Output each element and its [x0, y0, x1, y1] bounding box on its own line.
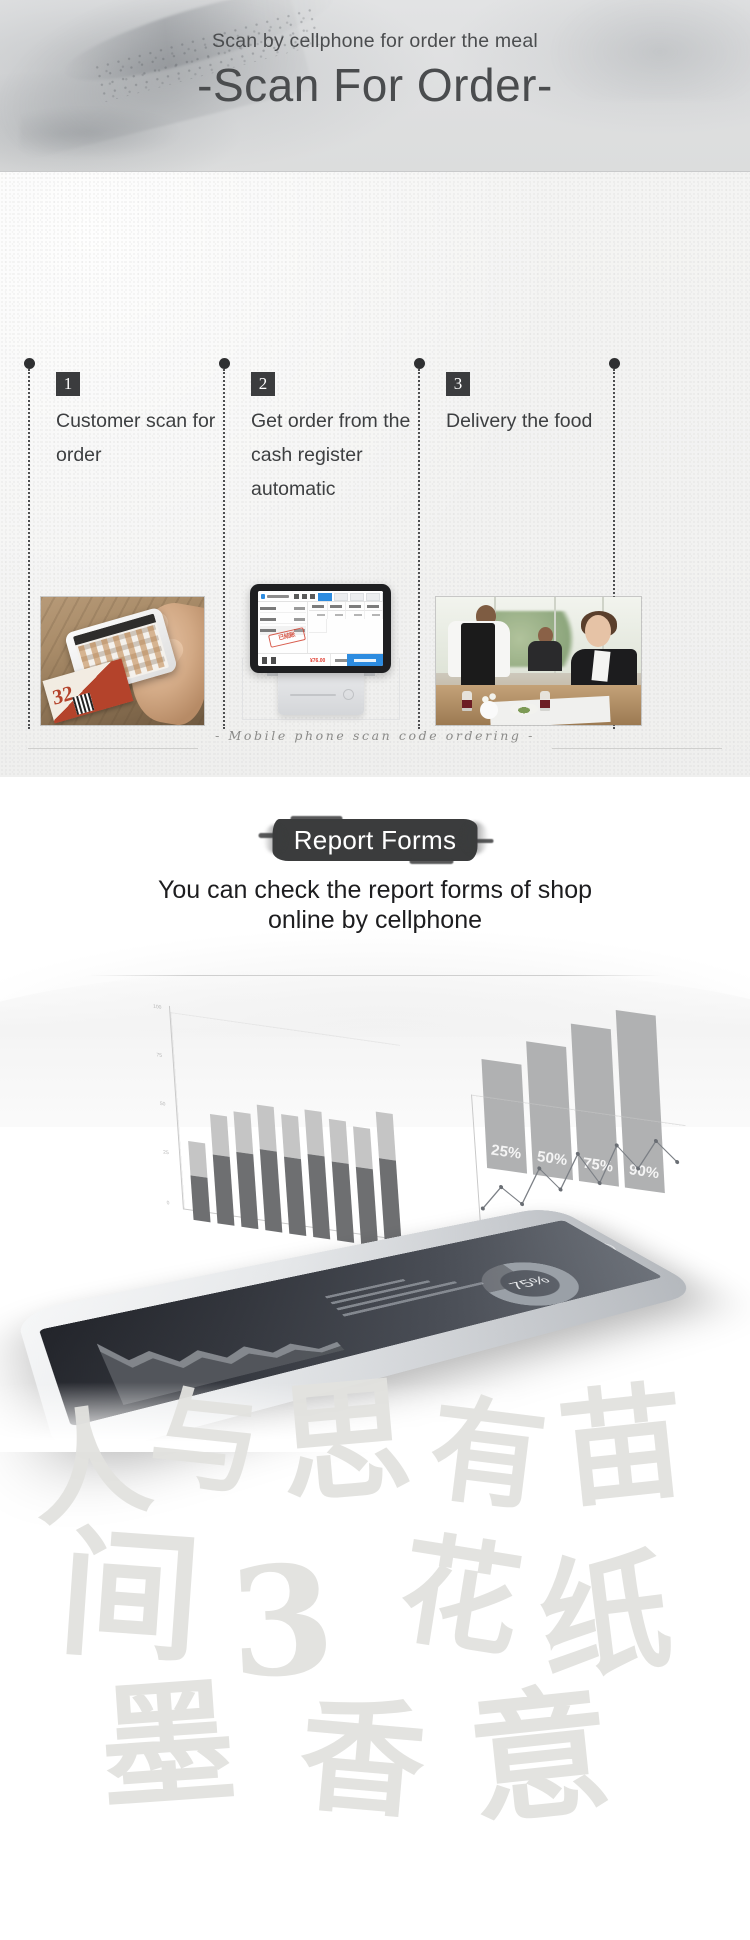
timeline-dot-3 — [414, 358, 425, 369]
report-subtitle-line-1: You can check the report forms of shop — [157, 876, 593, 904]
pos-terminal-graphic: 已结账 ¥76.00 — [239, 566, 402, 725]
timeline-dashed-line-1 — [28, 369, 30, 729]
pos-app-title — [267, 594, 289, 598]
gear-icon — [302, 594, 307, 599]
timeline-dot-2 — [219, 358, 230, 369]
hero-banner: Scan by cellphone for order the meal -Sc… — [0, 0, 750, 172]
table-cloth — [489, 695, 611, 725]
report-forms-subtitle: You can check the report forms of shop o… — [0, 875, 750, 935]
wine-glass — [540, 691, 550, 711]
y-tick-label: 0 — [166, 1200, 170, 1207]
cup-icon — [271, 656, 276, 664]
pos-display-body: 已结账 ¥76.00 — [250, 584, 391, 673]
step-text-1: Customer scan for order — [56, 410, 216, 466]
step-photo-1: 32 — [41, 597, 204, 725]
pos-order-row — [260, 615, 306, 624]
hero-subtitle: Scan by cellphone for order the meal — [212, 30, 538, 52]
step-text-2: Get order from the cash register automat… — [251, 410, 411, 500]
section-caption: - Mobile phone scan code ordering - — [0, 728, 750, 768]
step-number-badge-3: 3 — [446, 372, 470, 396]
pos-total-price: ¥76.00 — [310, 658, 326, 664]
brush-fragment — [475, 839, 494, 843]
step-number-badge-2: 2 — [251, 372, 275, 396]
report-forms-section: Report Forms You can check the report fo… — [0, 777, 750, 1940]
timeline-dot-1 — [24, 358, 35, 369]
y-tick-label: 75 — [156, 1052, 163, 1060]
steps-section: 1 2 3 Customer scan for order Get order … — [0, 172, 750, 777]
caption-text: - Mobile phone scan code ordering - — [215, 728, 535, 743]
food-plate — [510, 703, 538, 715]
step-photo-3 — [436, 597, 641, 725]
pos-grid-row — [309, 611, 383, 619]
menu-icon — [310, 594, 315, 599]
pos-grid-header — [309, 602, 383, 611]
ink-blot-decoration — [20, 104, 190, 162]
pos-tab-bar[interactable] — [318, 592, 383, 601]
pos-grid-cell — [309, 619, 327, 633]
pos-primary-action-button[interactable] — [347, 654, 383, 666]
step-photo-2: 已结账 ¥76.00 — [239, 566, 402, 725]
pos-screen: 已结账 ¥76.00 — [258, 591, 383, 666]
y-tick-label: 25 — [163, 1149, 169, 1157]
receipt-icon — [262, 656, 267, 664]
section-divider — [88, 975, 662, 976]
stacked-column-chart: 100 75 50 25 0 — [143, 1002, 417, 1252]
caption-rule-left — [28, 748, 198, 749]
pos-app-toolbar — [258, 591, 383, 602]
pos-tab-active[interactable] — [318, 592, 332, 601]
report-illustration: 100 75 50 25 0 25% 50% 75% 90% — [0, 992, 750, 1464]
pos-tab[interactable] — [382, 592, 383, 601]
step-text-3: Delivery the food — [446, 410, 593, 432]
step-number-badge-1: 1 — [56, 372, 80, 396]
wine-glass — [462, 691, 472, 711]
pos-tab[interactable] — [350, 592, 364, 601]
flowers-graphic — [480, 691, 498, 705]
timeline-dot-4 — [609, 358, 620, 369]
waiter-figure — [448, 605, 510, 697]
pos-tab[interactable] — [366, 592, 380, 601]
pos-order-row — [260, 604, 306, 613]
pos-footer-bar: ¥76.00 — [258, 653, 383, 666]
y-tick-label: 100 — [152, 1003, 162, 1011]
donut-gauge-label: 75% — [505, 1273, 555, 1293]
y-tick-label: 50 — [159, 1100, 166, 1108]
pos-tab[interactable] — [334, 592, 348, 601]
list-icon — [294, 594, 299, 599]
pos-logo-icon — [261, 594, 265, 599]
qr-code-graphic — [72, 692, 95, 715]
report-forms-title: Report Forms — [293, 825, 457, 855]
hero-title: -Scan For Order- — [197, 59, 553, 111]
report-forms-banner: Report Forms — [258, 816, 494, 864]
pos-item-grid — [309, 602, 383, 653]
guest-figure — [528, 627, 562, 671]
calligraphy-watermark: 人 与 思 有 苗 间 3 花 纸 墨 香 意 — [20, 1377, 693, 1846]
illustration-fade — [0, 1382, 750, 1452]
pos-stand-base — [278, 670, 364, 715]
table-number-graphic: 32 — [50, 680, 75, 710]
report-subtitle-line-2: online by cellphone — [267, 906, 483, 934]
caption-rule-right — [552, 748, 722, 749]
